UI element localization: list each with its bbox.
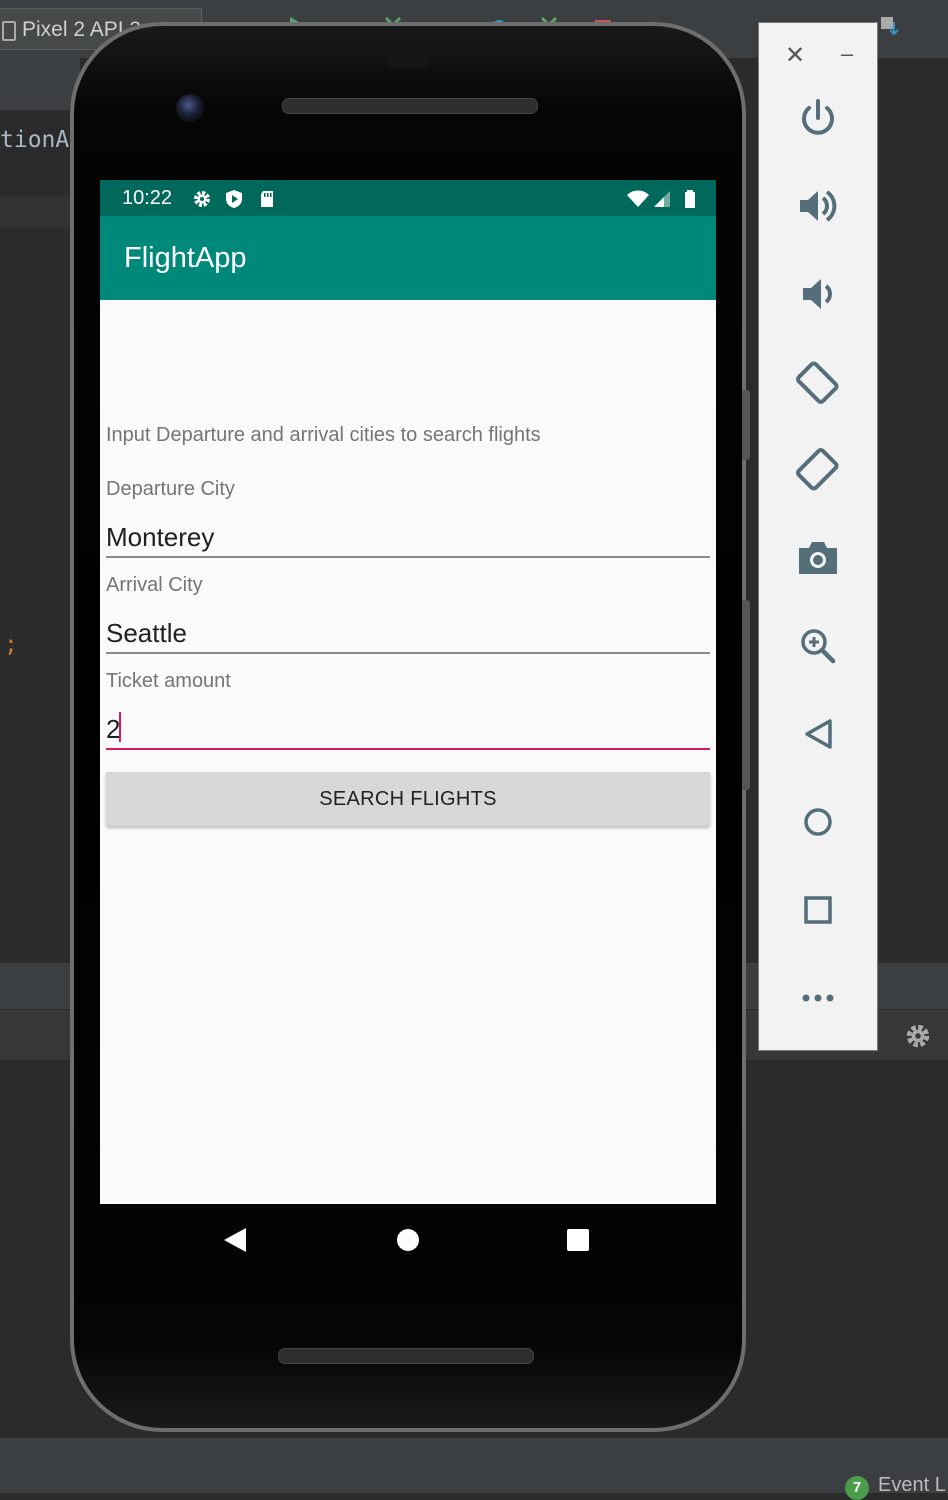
ticket-amount-input[interactable] (106, 710, 710, 750)
app-title: FlightApp (124, 242, 247, 274)
app-bar: FlightApp (100, 216, 716, 300)
proximity-sensor (386, 54, 430, 68)
instruction-text: Input Departure and arrival cities to se… (106, 424, 541, 446)
ide-status-bar (0, 1437, 948, 1493)
navigation-bar (100, 1204, 716, 1276)
device-icon (2, 21, 16, 41)
close-icon[interactable]: ✕ (785, 41, 805, 70)
emulator-control-panel: ✕ – (758, 22, 878, 1051)
back-icon[interactable] (793, 709, 843, 759)
power-side-button (742, 390, 750, 460)
minimize-icon[interactable]: – (837, 41, 857, 67)
wifi-icon (627, 190, 649, 207)
gear-icon[interactable] (903, 1021, 933, 1051)
rotate-right-icon[interactable] (793, 445, 843, 495)
volume-down-icon[interactable] (793, 269, 843, 319)
search-flights-button[interactable]: SEARCH FLIGHTS (106, 772, 710, 826)
event-count-badge[interactable]: 7 (845, 1476, 869, 1500)
code-semicolon: ; (4, 632, 18, 658)
home-icon[interactable] (793, 797, 843, 847)
zoom-icon[interactable] (793, 621, 843, 671)
signal-icon (654, 191, 670, 207)
event-log-label[interactable]: Event L (878, 1474, 946, 1497)
ticket-amount-label: Ticket amount (106, 670, 231, 692)
back-icon[interactable] (224, 1228, 246, 1252)
departure-city-input[interactable] (106, 518, 710, 558)
ide-tab-strip (0, 58, 80, 110)
overview-icon[interactable] (793, 885, 843, 935)
departure-city-label: Departure City (106, 478, 235, 500)
shield-play-icon (226, 190, 242, 208)
device-screen: 10:22 FlightApp Input Departure and arri… (100, 180, 716, 1204)
camera-icon[interactable] (793, 533, 843, 583)
front-camera (176, 94, 204, 122)
sdk-manager-icon[interactable] (878, 14, 900, 36)
more-icon[interactable] (793, 973, 843, 1023)
overview-icon[interactable] (567, 1229, 589, 1251)
gear-icon (194, 191, 210, 207)
code-fragment: tionA (0, 127, 70, 153)
battery-icon (685, 190, 695, 208)
volume-up-icon[interactable] (793, 181, 843, 231)
earpiece-speaker (282, 98, 538, 114)
power-icon[interactable] (793, 93, 843, 143)
status-bar: 10:22 (100, 180, 716, 216)
sd-card-icon (261, 191, 273, 207)
text-cursor (119, 712, 121, 742)
ide-highlight-line (0, 195, 80, 229)
arrival-city-label: Arrival City (106, 574, 203, 596)
status-time: 10:22 (122, 187, 173, 209)
home-icon[interactable] (397, 1229, 419, 1251)
bottom-speaker (278, 1348, 534, 1364)
volume-side-button (742, 600, 750, 790)
rotate-left-icon[interactable] (793, 357, 843, 407)
arrival-city-input[interactable] (106, 614, 710, 654)
